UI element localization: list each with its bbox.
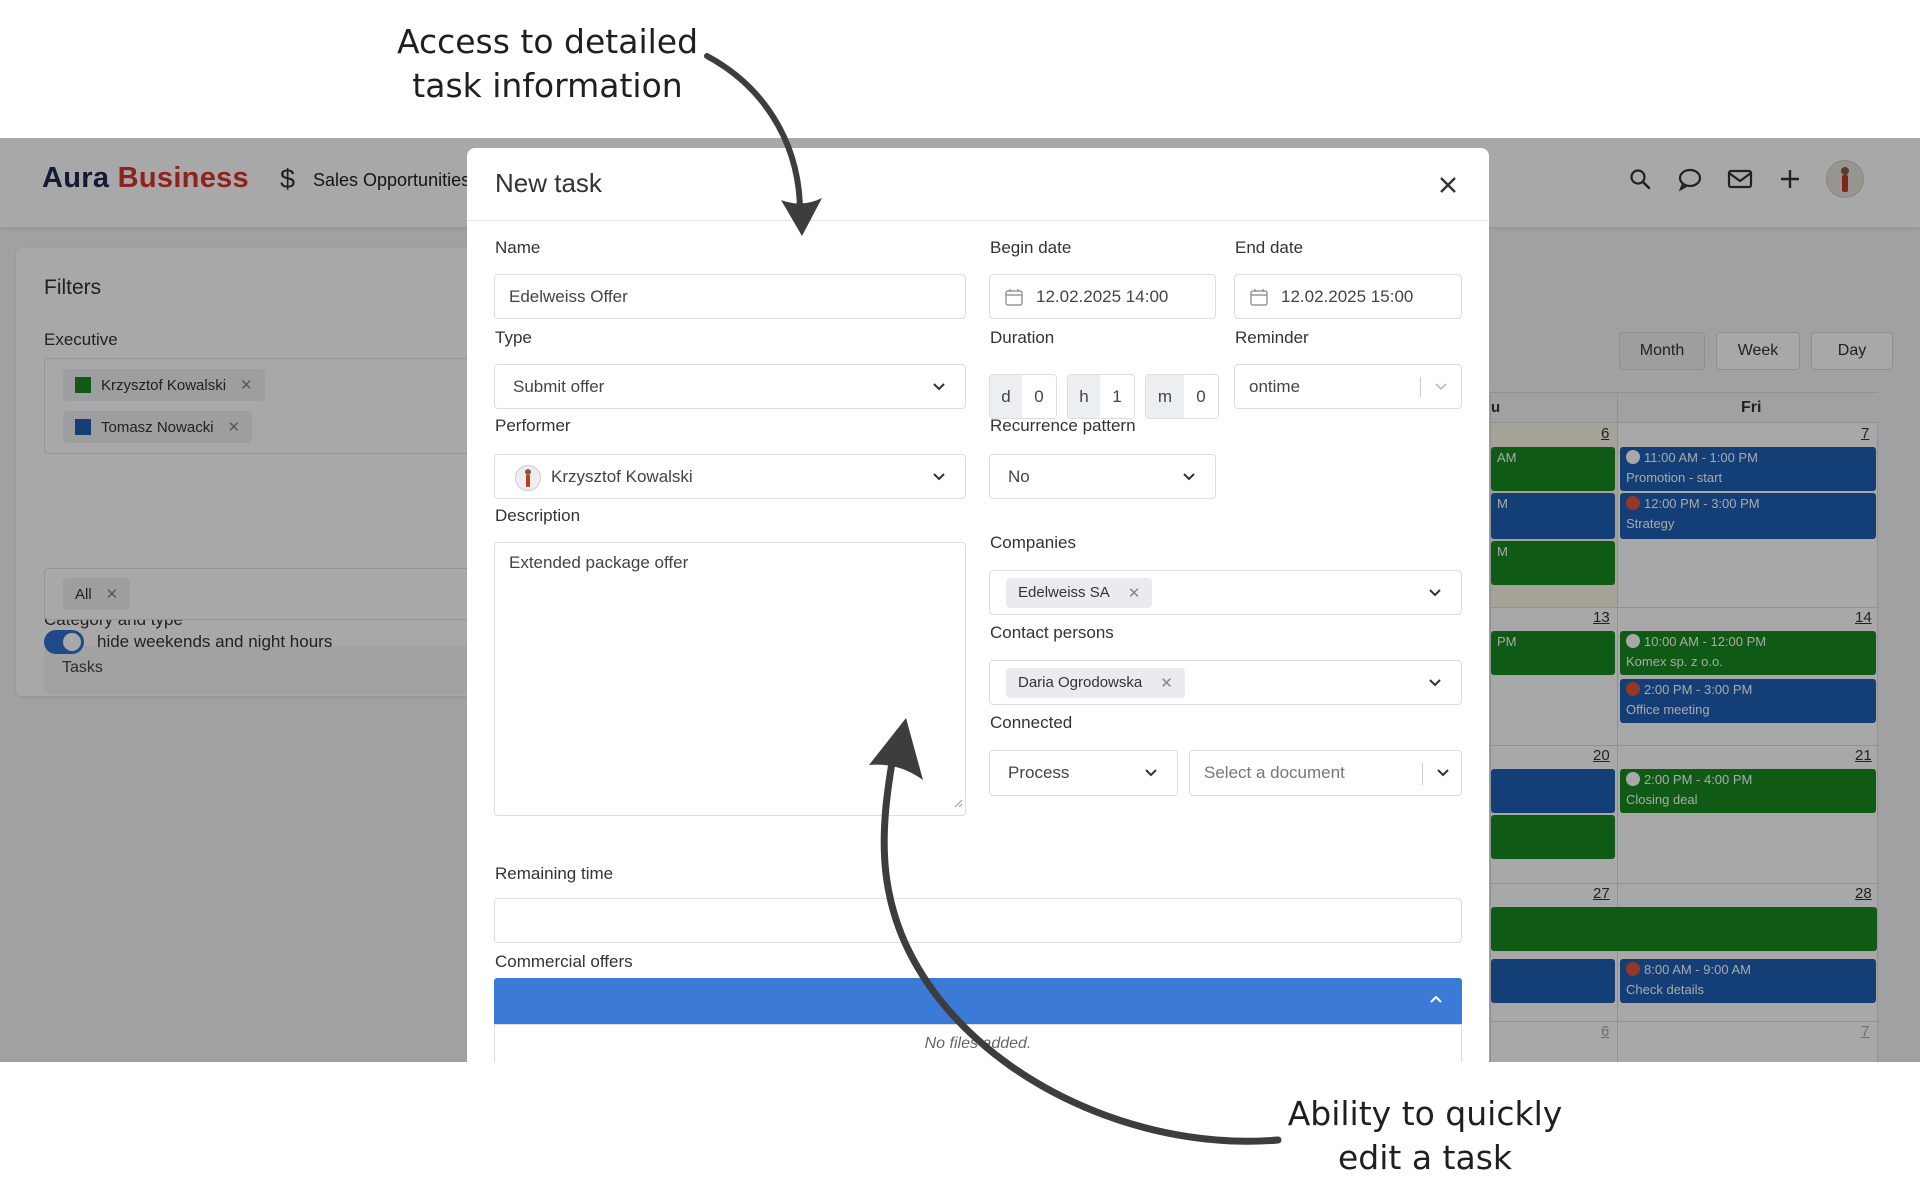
commercial-offers-body: No files added. xyxy=(494,1024,1462,1062)
no-files-text: No files added. xyxy=(924,1035,1032,1052)
contact-tag-label: Daria Ogrodowska xyxy=(1018,674,1143,691)
performer-label: Performer xyxy=(495,416,571,435)
duration-days-unit: d xyxy=(990,375,1022,418)
annotation-top-line1: Access to detailed xyxy=(396,22,699,61)
reminder-label: Reminder xyxy=(1235,328,1309,347)
duration-days[interactable]: d 0 xyxy=(989,374,1057,419)
recurrence-value: No xyxy=(1008,466,1030,486)
recurrence-label: Recurrence pattern xyxy=(990,416,1136,435)
select-separator xyxy=(1420,377,1421,397)
chevron-down-icon xyxy=(1433,378,1449,399)
companies-label: Companies xyxy=(990,533,1076,552)
select-separator xyxy=(1422,763,1423,785)
company-tag[interactable]: Edelweiss SA ✕ xyxy=(1006,577,1153,608)
company-tag-label: Edelweiss SA xyxy=(1018,584,1110,601)
reminder-value: ontime xyxy=(1249,376,1301,396)
commercial-offers-header[interactable] xyxy=(494,978,1462,1024)
calendar-icon xyxy=(1004,287,1024,312)
close-icon[interactable] xyxy=(1437,170,1459,204)
begin-date-label: Begin date xyxy=(990,238,1072,257)
duration-days-value[interactable]: 0 xyxy=(1022,375,1056,418)
contacts-label: Contact persons xyxy=(990,623,1114,642)
chevron-down-icon xyxy=(931,378,947,399)
performer-select[interactable]: Krzysztof Kowalski xyxy=(494,454,966,499)
annotation-bottom-line1: Ability to quickly xyxy=(1287,1094,1563,1133)
contact-tag[interactable]: Daria Ogrodowska ✕ xyxy=(1006,667,1185,698)
name-value: Edelweiss Offer xyxy=(509,286,628,306)
description-value: Extended package offer xyxy=(509,553,689,572)
annotation-top-line2: task information xyxy=(412,66,683,105)
remove-icon[interactable]: ✕ xyxy=(1160,674,1173,692)
description-label: Description xyxy=(495,506,581,525)
description-textarea[interactable]: Extended package offer xyxy=(494,542,966,816)
connected-process-select[interactable]: Process xyxy=(989,750,1178,796)
duration-minutes[interactable]: m 0 xyxy=(1145,374,1219,419)
modal-title: New task xyxy=(495,168,602,198)
end-date-value: 12.02.2025 15:00 xyxy=(1281,286,1414,306)
annotation-bottom-line2: edit a task xyxy=(1337,1138,1513,1177)
modal-header-divider xyxy=(467,220,1489,221)
begin-date-input[interactable]: 12.02.2025 14:00 xyxy=(989,274,1216,319)
chevron-down-icon xyxy=(1181,468,1197,489)
remaining-time-label: Remaining time xyxy=(495,864,614,883)
performer-avatar xyxy=(515,465,541,491)
connected-process-value: Process xyxy=(1008,763,1070,782)
commercial-offers-label: Commercial offers xyxy=(495,952,633,971)
chevron-down-icon xyxy=(1427,584,1443,605)
connected-label: Connected xyxy=(990,713,1073,732)
duration-minutes-value[interactable]: 0 xyxy=(1184,375,1218,418)
name-label: Name xyxy=(495,238,541,257)
chevron-down-icon xyxy=(1143,764,1159,785)
chevron-up-icon[interactable] xyxy=(1428,992,1444,1013)
resize-handle-icon[interactable] xyxy=(953,793,963,813)
reminder-select[interactable]: ontime xyxy=(1234,364,1462,409)
companies-select[interactable]: Edelweiss SA ✕ xyxy=(989,570,1462,615)
annotation-top: Access to detailed task information xyxy=(380,20,715,108)
annotation-bottom: Ability to quickly edit a task xyxy=(1275,1092,1575,1180)
connected-document-placeholder: Select a document xyxy=(1204,763,1345,782)
performer-value: Krzysztof Kowalski xyxy=(551,466,693,486)
name-input[interactable]: Edelweiss Offer xyxy=(494,274,966,319)
begin-date-value: 12.02.2025 14:00 xyxy=(1036,286,1169,306)
recurrence-select[interactable]: No xyxy=(989,454,1216,499)
chevron-down-icon xyxy=(931,468,947,489)
end-date-input[interactable]: 12.02.2025 15:00 xyxy=(1234,274,1462,319)
new-task-modal: New task Name Edelweiss Offer Begin date… xyxy=(467,148,1489,1062)
type-label: Type xyxy=(495,328,532,347)
remaining-time-input[interactable] xyxy=(494,898,1462,943)
duration-hours[interactable]: h 1 xyxy=(1067,374,1135,419)
chevron-down-icon xyxy=(1435,764,1451,785)
chevron-down-icon xyxy=(1427,674,1443,695)
remove-icon[interactable]: ✕ xyxy=(1128,584,1141,602)
end-date-label: End date xyxy=(1235,238,1304,257)
contacts-select[interactable]: Daria Ogrodowska ✕ xyxy=(989,660,1462,705)
connected-document-select[interactable]: Select a document xyxy=(1189,750,1462,796)
calendar-icon xyxy=(1249,287,1269,312)
app-screenshot: Aura Business $ Sales Opportunities Filt… xyxy=(0,138,1920,1062)
duration-label: Duration xyxy=(990,328,1055,347)
type-select[interactable]: Submit offer xyxy=(494,364,966,409)
duration-hours-value[interactable]: 1 xyxy=(1100,375,1134,418)
type-value: Submit offer xyxy=(513,376,605,396)
duration-hours-unit: h xyxy=(1068,375,1100,418)
duration-minutes-unit: m xyxy=(1146,375,1184,418)
